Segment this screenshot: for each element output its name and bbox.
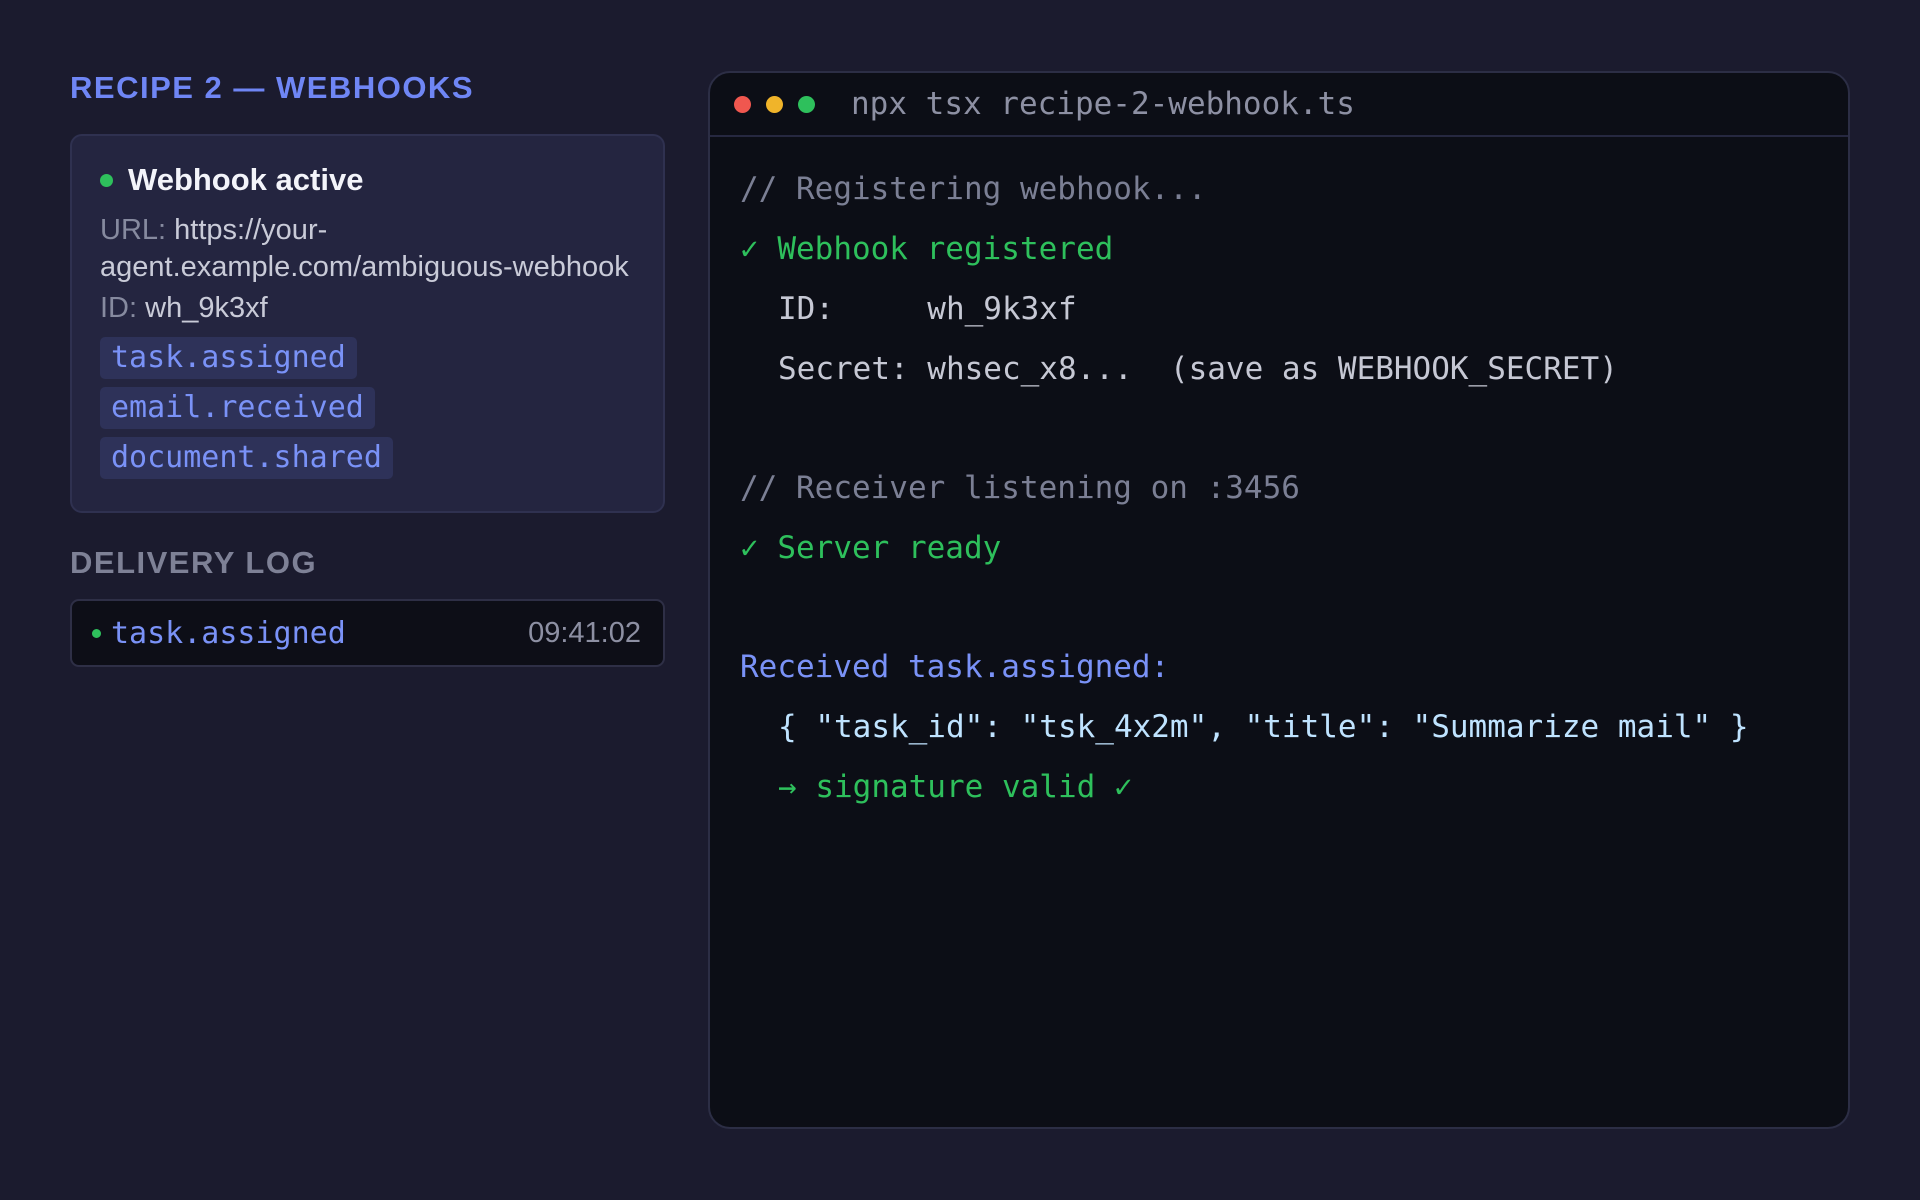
webhook-status: Webhook active (100, 158, 635, 202)
terminal-line: ✓ Server ready (740, 530, 1002, 566)
webhook-id: ID: wh_9k3xf (100, 290, 635, 327)
terminal-titlebar: npx tsx recipe-2-webhook.ts (710, 73, 1848, 137)
terminal-window[interactable]: npx tsx recipe-2-webhook.ts // Registeri… (708, 71, 1850, 1129)
webhook-url-label: URL: (100, 214, 167, 246)
event-tag: task.assigned (100, 337, 357, 379)
recipe-title: RECIPE 2 — WEBHOOKS (70, 70, 474, 105)
webhook-id-value: wh_9k3xf (145, 292, 268, 324)
webhook-url: URL: https://your-agent.example.com/ambi… (100, 212, 635, 286)
terminal-line: → signature valid ✓ (778, 769, 1133, 805)
webhook-card: Webhook active URL: https://your-agent.e… (70, 134, 665, 513)
delivered-dot-icon (92, 628, 101, 638)
log-event: task.assigned (111, 615, 346, 651)
terminal-line: ID: wh_9k3xf (778, 291, 1077, 327)
event-tags: task.assigned email.received document.sh… (100, 337, 635, 487)
terminal-line: Secret: whsec_x8... (save as WEBHOOK_SEC… (778, 351, 1618, 387)
webhook-panel: RECIPE 2 — WEBHOOKS Webhook active URL: … (70, 68, 665, 667)
terminal-output: // Registering webhook... ✓ Webhook regi… (710, 137, 1848, 817)
webhook-status-text: Webhook active (128, 162, 364, 197)
close-window-icon[interactable] (734, 95, 751, 113)
status-dot-icon (100, 173, 113, 187)
minimize-window-icon[interactable] (766, 95, 783, 113)
terminal-line: // Registering webhook... (740, 171, 1207, 207)
terminal-line: Received task.assigned: (740, 649, 1170, 685)
event-tag: email.received (100, 387, 375, 429)
terminal-line: // Receiver listening on :3456 (740, 470, 1300, 506)
maximize-window-icon[interactable] (798, 95, 815, 113)
webhook-id-label: ID: (100, 292, 138, 324)
delivery-log-title: DELIVERY LOG (70, 545, 318, 580)
event-tag: document.shared (100, 437, 393, 479)
terminal-line: { "task_id": "tsk_4x2m", "title": "Summa… (778, 709, 1749, 745)
terminal-line: ✓ Webhook registered (740, 231, 1114, 267)
terminal-command: npx tsx recipe-2-webhook.ts (851, 86, 1355, 122)
log-time: 09:41:02 (528, 616, 641, 649)
delivery-log-entry[interactable]: task.assigned 09:41:02 (70, 599, 665, 667)
webhook-url-value: https://your-agent.example.com/ambiguous… (100, 214, 629, 283)
